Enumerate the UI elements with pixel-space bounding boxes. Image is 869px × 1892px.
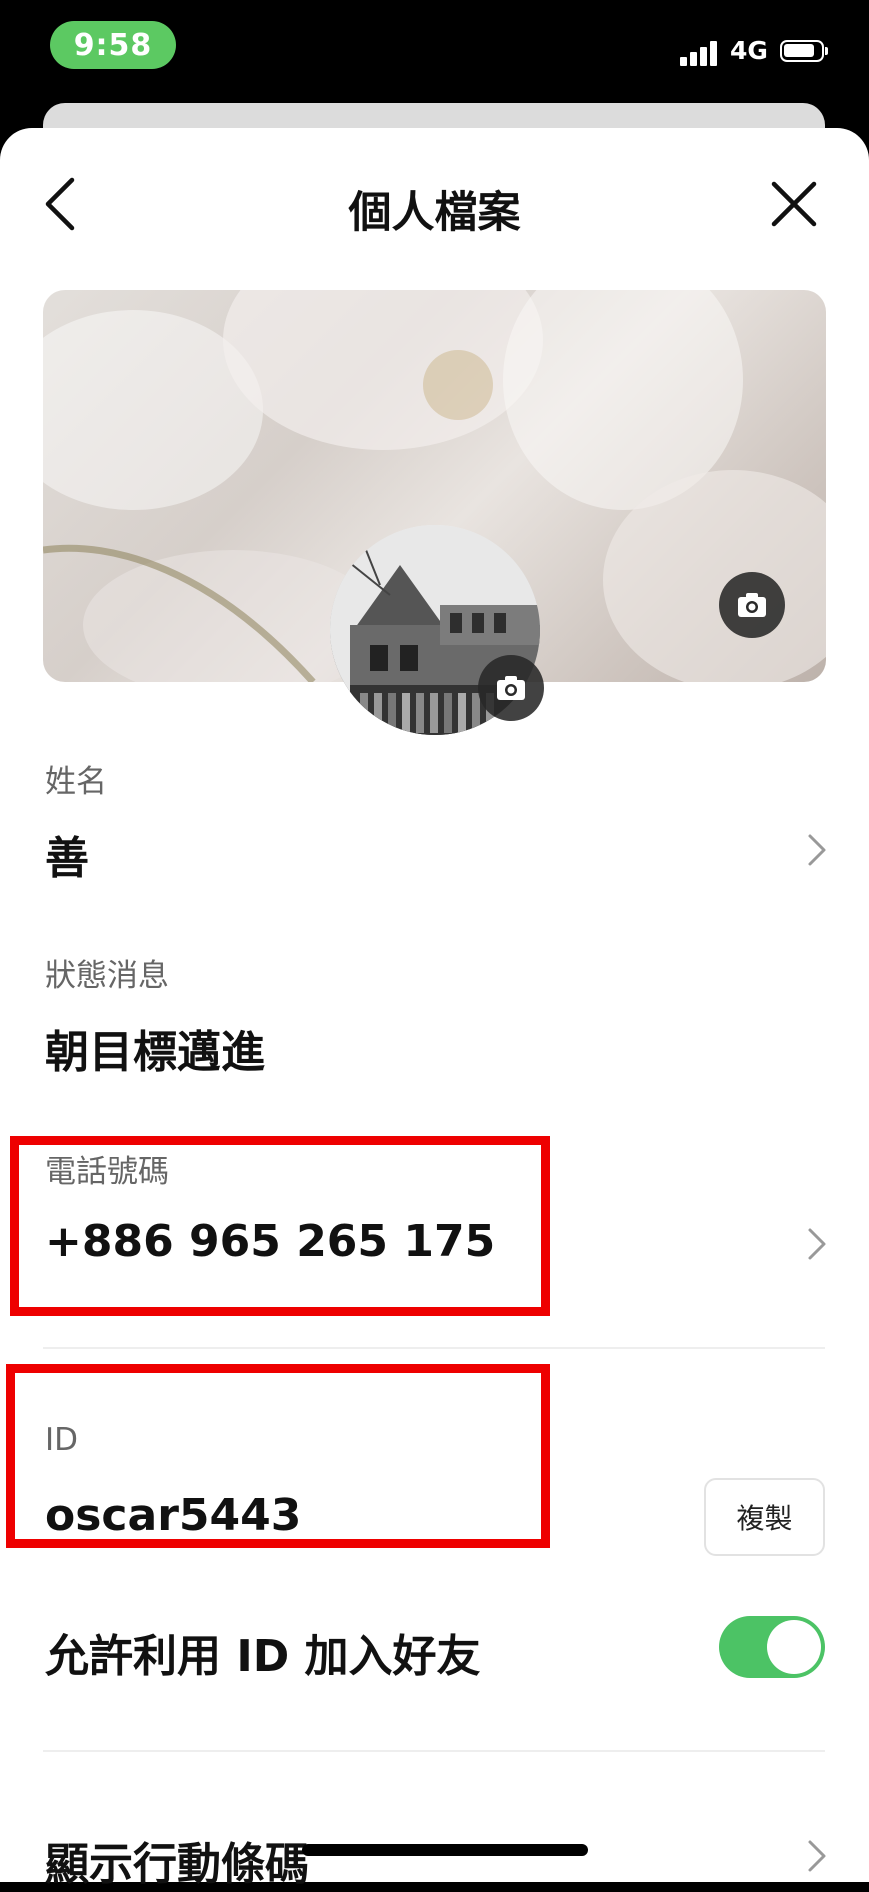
chevron-right-icon: [808, 1228, 826, 1260]
close-button[interactable]: [766, 176, 822, 232]
show-qr-label: 顯示行動條碼: [45, 1839, 309, 1890]
copy-id-button[interactable]: 複製: [704, 1478, 825, 1556]
id-highlight-box: [6, 1364, 550, 1548]
camera-icon: [738, 593, 766, 617]
divider: [43, 1347, 825, 1349]
status-message-value: 朝目標邁進: [45, 1027, 265, 1078]
allow-add-by-id-toggle[interactable]: [719, 1616, 825, 1678]
close-icon: [771, 181, 817, 227]
chevron-right-icon: [808, 834, 826, 866]
name-label: 姓名: [45, 764, 107, 800]
name-value: 善: [45, 833, 89, 884]
page-title: 個人檔案: [348, 188, 521, 238]
camera-icon: [497, 676, 525, 700]
status-message-label: 狀態消息: [45, 958, 169, 994]
phone-highlight-box: [10, 1136, 550, 1316]
divider: [43, 1750, 825, 1752]
avatar-camera-button[interactable]: [478, 655, 544, 721]
allow-add-by-id-label: 允許利用 ID 加入好友: [45, 1631, 481, 1682]
nav-header: 個人檔案: [0, 128, 869, 288]
network-label: 4G: [730, 36, 768, 65]
signal-icon: [680, 40, 720, 66]
status-bar: 9:58 4G: [0, 0, 869, 100]
status-time: 9:58: [50, 21, 176, 69]
home-indicator[interactable]: [302, 1844, 588, 1856]
cover-camera-button[interactable]: [719, 572, 785, 638]
profile-sheet: 個人檔案 姓名 善 狀態消息 朝目標邁進 電話號碼 +886 965 265 1…: [0, 128, 869, 1890]
chevron-right-icon: [808, 1840, 826, 1872]
battery-icon: [780, 40, 828, 62]
